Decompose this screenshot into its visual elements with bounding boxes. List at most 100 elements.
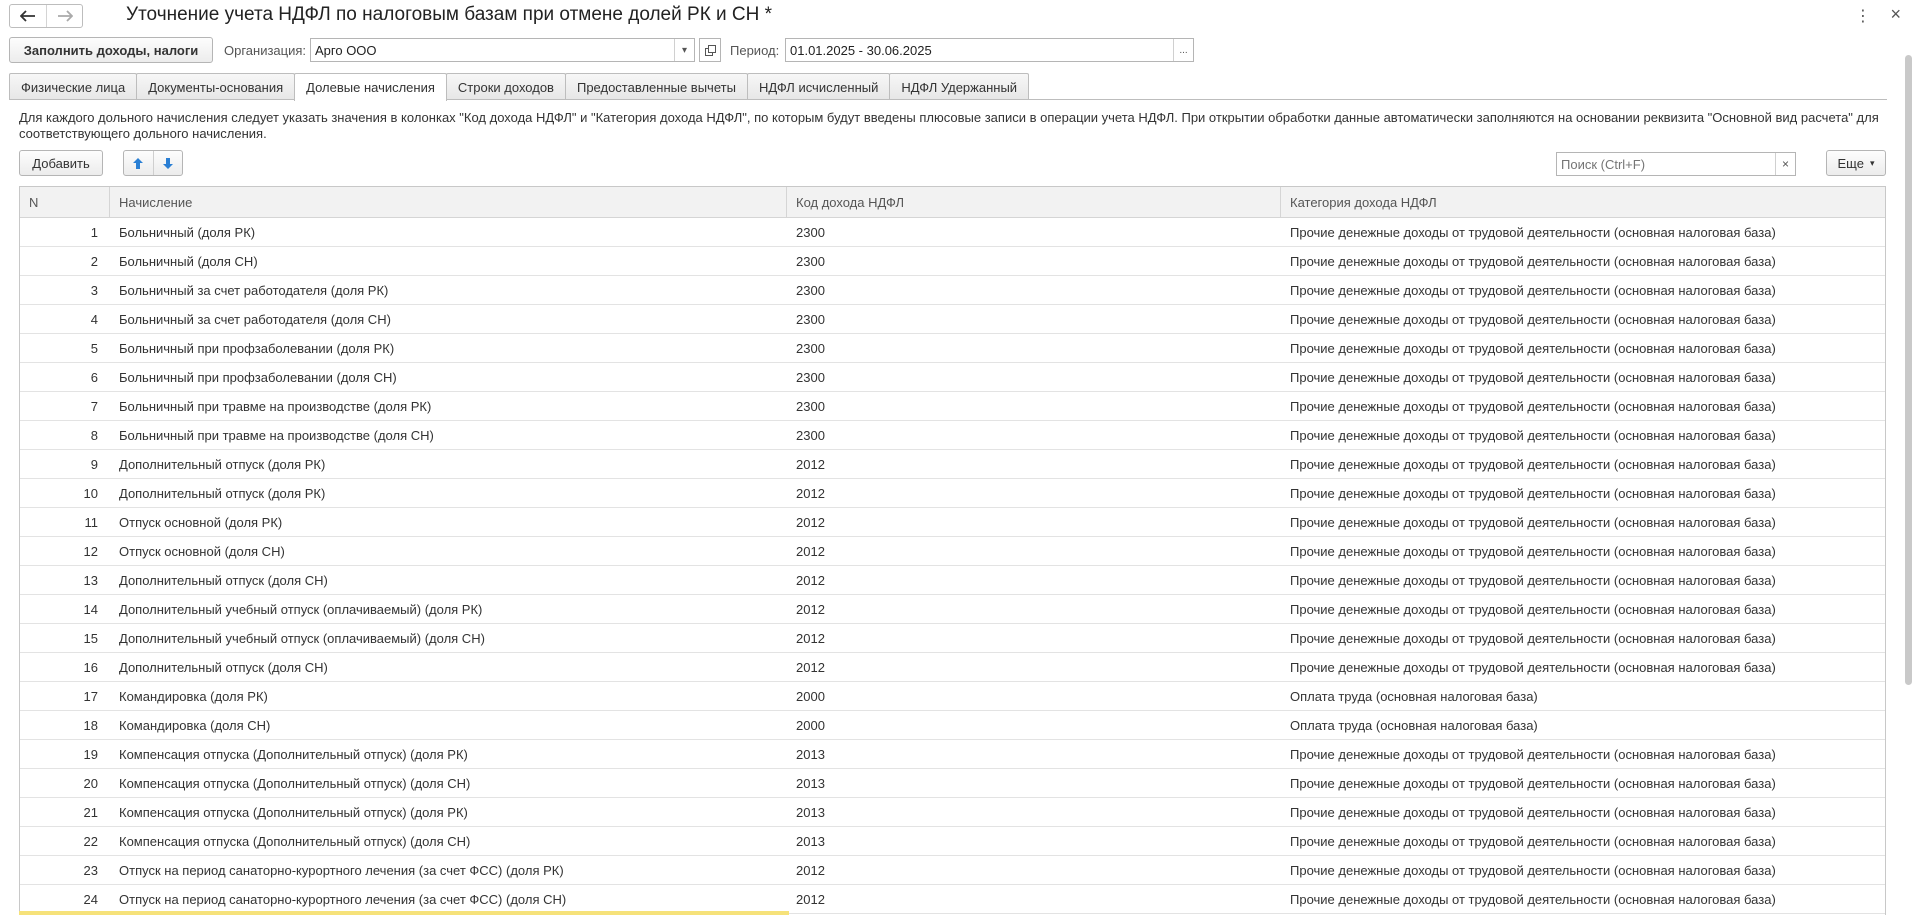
tab-ndfl-calculated[interactable]: НДФЛ исчисленный <box>746 73 891 100</box>
accrual-name[interactable]: Компенсация отпуска (Дополнительный отпу… <box>110 798 787 826</box>
row-number[interactable]: 10 <box>20 479 110 507</box>
income-code[interactable]: 2013 <box>787 769 1281 797</box>
accrual-name[interactable]: Дополнительный учебный отпуск (оплачивае… <box>110 595 787 623</box>
income-category[interactable]: Прочие денежные доходы от трудовой деяте… <box>1281 885 1885 913</box>
row-number[interactable]: 5 <box>20 334 110 362</box>
tab-base-documents[interactable]: Документы-основания <box>136 73 296 100</box>
table-row[interactable]: 1 Больничный (доля РК) 2300 Прочие денежные… <box>20 218 1885 247</box>
income-code[interactable]: 2013 <box>787 827 1281 855</box>
back-button[interactable] <box>10 5 46 27</box>
table-row[interactable]: 22 Компенсация отпуска (Дополнительный от… <box>20 827 1885 856</box>
accrual-name[interactable]: Больничный при профзаболевании (доля СН) <box>110 363 787 391</box>
table-row[interactable]: 16 Дополнительный отпуск (доля СН) 2012 Про… <box>20 653 1885 682</box>
accrual-name[interactable]: Больничный за счет работодателя (доля РК… <box>110 276 787 304</box>
kebab-menu-icon[interactable]: ⋮ <box>1855 6 1871 26</box>
table-row[interactable]: 7 Больничный при травме на производстве (… <box>20 392 1885 421</box>
accrual-name[interactable]: Отпуск на период санаторно-курортного ле… <box>110 856 787 884</box>
table-row[interactable]: 24 Отпуск на период санаторно-курортного … <box>20 885 1885 914</box>
fill-income-taxes-button[interactable]: Заполнить доходы, налоги <box>9 37 213 63</box>
table-row[interactable]: 20 Компенсация отпуска (Дополнительный от… <box>20 769 1885 798</box>
income-category[interactable]: Прочие денежные доходы от трудовой деяте… <box>1281 595 1885 623</box>
forward-button[interactable] <box>46 5 82 27</box>
move-down-button[interactable] <box>152 151 183 175</box>
income-code[interactable]: 2012 <box>787 856 1281 884</box>
table-row[interactable]: 10 Дополнительный отпуск (доля РК) 2012 Про… <box>20 479 1885 508</box>
period-field[interactable]: 01.01.2025 - 30.06.2025 ... <box>785 38 1194 62</box>
row-number[interactable]: 14 <box>20 595 110 623</box>
income-code[interactable]: 2000 <box>787 682 1281 710</box>
income-category[interactable]: Прочие денежные доходы от трудовой деяте… <box>1281 276 1885 304</box>
table-row[interactable]: 14 Дополнительный учебный отпуск (оплачив… <box>20 595 1885 624</box>
income-code[interactable]: 2013 <box>787 740 1281 768</box>
table-row[interactable]: 13 Дополнительный отпуск (доля СН) 2012 Про… <box>20 566 1885 595</box>
income-category[interactable]: Прочие денежные доходы от трудовой деяте… <box>1281 769 1885 797</box>
row-number[interactable]: 13 <box>20 566 110 594</box>
row-number[interactable]: 24 <box>20 885 110 913</box>
tab-share-accruals[interactable]: Долевые начисления <box>294 73 447 101</box>
income-code[interactable]: 2300 <box>787 218 1281 246</box>
add-button[interactable]: Добавить <box>19 150 103 176</box>
organization-field[interactable]: Арго ООО ▾ <box>310 38 695 62</box>
row-number[interactable]: 3 <box>20 276 110 304</box>
row-number[interactable]: 22 <box>20 827 110 855</box>
income-category[interactable]: Прочие денежные доходы от трудовой деяте… <box>1281 827 1885 855</box>
accrual-name[interactable]: Больничный (доля РК) <box>110 218 787 246</box>
tab-ndfl-withheld[interactable]: НДФЛ Удержанный <box>889 73 1030 100</box>
income-code[interactable]: 2300 <box>787 421 1281 449</box>
tab-income-lines[interactable]: Строки доходов <box>445 73 566 100</box>
table-row[interactable]: 4 Больничный за счет работодателя (доля С… <box>20 305 1885 334</box>
row-number[interactable]: 4 <box>20 305 110 333</box>
row-number[interactable]: 1 <box>20 218 110 246</box>
accrual-name[interactable]: Компенсация отпуска (Дополнительный отпу… <box>110 769 787 797</box>
income-category[interactable]: Прочие денежные доходы от трудовой деяте… <box>1281 421 1885 449</box>
table-row[interactable]: 23 Отпуск на период санаторно-курортного … <box>20 856 1885 885</box>
table-row[interactable]: 15 Дополнительный учебный отпуск (оплачив… <box>20 624 1885 653</box>
table-row[interactable]: 5 Больничный при профзаболевании (доля РК… <box>20 334 1885 363</box>
income-category[interactable]: Прочие денежные доходы от трудовой деяте… <box>1281 798 1885 826</box>
table-row[interactable]: 17 Командировка (доля РК) 2000 Оплата труда… <box>20 682 1885 711</box>
accrual-name[interactable]: Командировка (доля РК) <box>110 682 787 710</box>
income-category[interactable]: Прочие денежные доходы от трудовой деяте… <box>1281 537 1885 565</box>
row-number[interactable]: 11 <box>20 508 110 536</box>
income-code[interactable]: 2012 <box>787 595 1281 623</box>
table-row[interactable]: 18 Командировка (доля СН) 2000 Оплата труда… <box>20 711 1885 740</box>
income-category[interactable]: Прочие денежные доходы от трудовой деяте… <box>1281 363 1885 391</box>
income-category[interactable]: Прочие денежные доходы от трудовой деяте… <box>1281 653 1885 681</box>
accrual-name[interactable]: Отпуск на период санаторно-курортного ле… <box>110 885 787 913</box>
income-category[interactable]: Оплата труда (основная налоговая база) <box>1281 682 1885 710</box>
income-code[interactable]: 2300 <box>787 247 1281 275</box>
table-row[interactable]: 11 Отпуск основной (доля РК) 2012 Прочие де… <box>20 508 1885 537</box>
row-number[interactable]: 15 <box>20 624 110 652</box>
income-category[interactable]: Прочие денежные доходы от трудовой деяте… <box>1281 247 1885 275</box>
income-code[interactable]: 2012 <box>787 885 1281 913</box>
search-input[interactable] <box>1557 153 1775 175</box>
close-icon[interactable]: × <box>1890 4 1901 25</box>
income-code[interactable]: 2300 <box>787 305 1281 333</box>
accrual-name[interactable]: Больничный за счет работодателя (доля СН… <box>110 305 787 333</box>
column-header-income-category[interactable]: Категория дохода НДФЛ <box>1281 187 1885 217</box>
clear-search-button[interactable]: × <box>1775 153 1795 175</box>
income-code[interactable]: 2300 <box>787 334 1281 362</box>
row-number[interactable]: 7 <box>20 392 110 420</box>
table-row[interactable]: 6 Больничный при профзаболевании (доля СН… <box>20 363 1885 392</box>
accrual-name[interactable]: Компенсация отпуска (Дополнительный отпу… <box>110 827 787 855</box>
row-number[interactable]: 18 <box>20 711 110 739</box>
accrual-name[interactable]: Больничный при травме на производстве (д… <box>110 421 787 449</box>
row-number[interactable]: 16 <box>20 653 110 681</box>
income-category[interactable]: Прочие денежные доходы от трудовой деяте… <box>1281 305 1885 333</box>
accrual-name[interactable]: Дополнительный отпуск (доля СН) <box>110 653 787 681</box>
more-button[interactable]: Еще ▾ <box>1826 150 1886 176</box>
income-category[interactable]: Оплата труда (основная налоговая база) <box>1281 711 1885 739</box>
table-row[interactable]: 8 Больничный при травме на производстве (… <box>20 421 1885 450</box>
income-category[interactable]: Прочие денежные доходы от трудовой деяте… <box>1281 218 1885 246</box>
accrual-name[interactable]: Больничный (доля СН) <box>110 247 787 275</box>
accrual-name[interactable]: Дополнительный отпуск (доля СН) <box>110 566 787 594</box>
income-code[interactable]: 2300 <box>787 276 1281 304</box>
tab-individuals[interactable]: Физические лица <box>9 73 138 100</box>
income-code[interactable]: 2000 <box>787 711 1281 739</box>
income-category[interactable]: Прочие денежные доходы от трудовой деяте… <box>1281 856 1885 884</box>
income-category[interactable]: Прочие денежные доходы от трудовой деяте… <box>1281 624 1885 652</box>
accrual-name[interactable]: Командировка (доля СН) <box>110 711 787 739</box>
accrual-name[interactable]: Отпуск основной (доля РК) <box>110 508 787 536</box>
income-code[interactable]: 2300 <box>787 392 1281 420</box>
